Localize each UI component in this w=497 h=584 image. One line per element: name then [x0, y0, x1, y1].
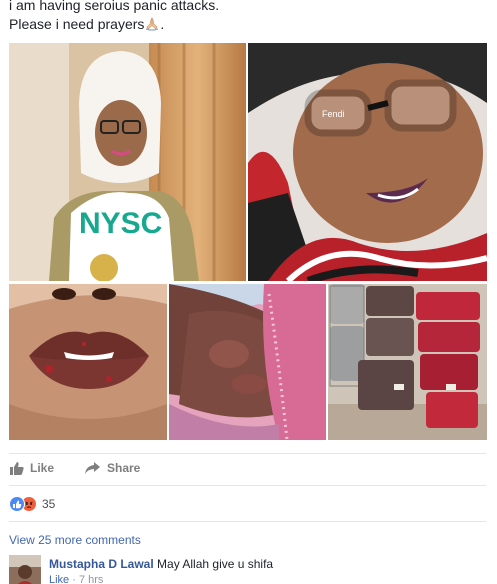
photo-nysc-portrait[interactable]: NYSC [9, 43, 246, 281]
photo-injured-lips[interactable] [9, 284, 167, 440]
comment-item: Mustapha D Lawal May Allah give u shifa … [9, 555, 489, 584]
comment-like-link[interactable]: Like [49, 574, 69, 584]
thumbs-up-icon [10, 462, 24, 475]
hijab-selfie-image: Fendi [248, 43, 487, 281]
post-line-2-suffix: . [160, 16, 165, 32]
divider-actions-top [9, 453, 486, 454]
share-arrow-icon [85, 462, 100, 474]
post-line-2-text: Please i need prayers [9, 16, 145, 32]
photo-luggage-pile[interactable] [328, 284, 487, 440]
nysc-shirt-text: NYSC [79, 207, 162, 240]
post-text: i am having seroius panic attacks. Pleas… [9, 0, 489, 34]
injured-lips-image [9, 284, 167, 440]
reaction-count: 35 [42, 497, 56, 511]
photo-neck-burns[interactable] [169, 284, 326, 440]
comment-avatar[interactable] [9, 555, 41, 584]
comment-body: Mustapha D Lawal May Allah give u shifa [49, 557, 273, 572]
share-label: Share [107, 461, 141, 475]
neck-burns-image [169, 284, 326, 440]
post-line-2: Please i need prayers. [9, 15, 489, 34]
nysc-portrait-image: NYSC [9, 43, 246, 281]
reactions-summary[interactable]: 35 [9, 495, 55, 513]
post-line-1: i am having seroius panic attacks. [9, 0, 220, 13]
comment-author-link[interactable]: Mustapha D Lawal [49, 557, 154, 571]
comment-timestamp: 7 hrs [78, 574, 104, 584]
comment-meta-separator: · [69, 574, 79, 584]
photo-hijab-selfie[interactable]: Fendi [248, 43, 487, 281]
folded-hands-emoji-icon [144, 17, 160, 31]
divider-comments [9, 521, 486, 522]
like-reaction-icon [9, 496, 25, 512]
glasses-brand-text: Fendi [322, 109, 345, 119]
luggage-pile-image [328, 284, 487, 440]
like-button[interactable]: Like [10, 459, 54, 477]
view-more-comments-link[interactable]: View 25 more comments [9, 533, 141, 547]
share-button[interactable]: Share [85, 459, 140, 477]
comment-meta: Like · 7 hrs [49, 574, 103, 584]
divider-actions-bottom [9, 485, 486, 486]
like-label: Like [30, 461, 55, 475]
comment-text: May Allah give u shifa [157, 557, 274, 571]
